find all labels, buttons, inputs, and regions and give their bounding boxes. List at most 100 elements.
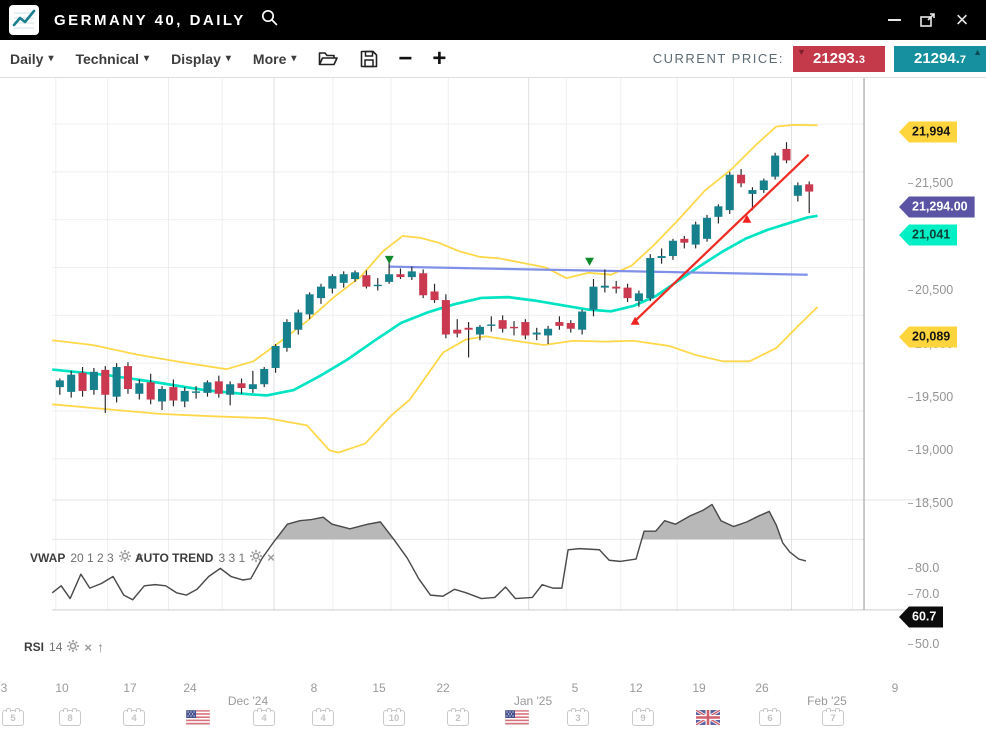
calendar-event-icon[interactable]: 10 xyxy=(383,710,405,726)
calendar-event-icon[interactable]: 9 xyxy=(632,710,654,726)
calendar-event-icon[interactable]: 4 xyxy=(123,710,145,726)
title-bar: GERMANY 40, DAILY × xyxy=(0,0,986,40)
lower-band-line xyxy=(52,307,817,453)
candle-body xyxy=(192,391,200,392)
upper-band-line xyxy=(52,125,817,369)
sell-price-button[interactable]: ▼21293.3 xyxy=(793,46,885,72)
candle-body xyxy=(124,366,132,389)
chart-title: GERMANY 40, DAILY xyxy=(54,12,246,29)
candle-body xyxy=(419,273,427,295)
calendar-event-icon[interactable]: 2 xyxy=(447,710,469,726)
y-axis-label: 20,500 xyxy=(915,283,953,297)
candle-body xyxy=(215,381,223,393)
last-price-badge: 21,294.00 xyxy=(899,197,975,218)
candle-body xyxy=(805,184,813,191)
popout-icon xyxy=(919,11,937,29)
candle-body xyxy=(226,384,234,395)
candle-body xyxy=(589,287,597,310)
us-flag-icon[interactable] xyxy=(186,710,210,730)
candle-body xyxy=(340,274,348,283)
candle-body xyxy=(703,218,711,239)
popout-button[interactable] xyxy=(916,8,940,32)
candle-body xyxy=(203,382,211,393)
x-axis-label: 22 xyxy=(436,681,449,695)
minimize-icon xyxy=(888,19,901,21)
rsi-overbought-fill xyxy=(642,504,782,539)
candle-body xyxy=(317,287,325,298)
close-icon[interactable]: × xyxy=(267,550,275,565)
candle-body xyxy=(692,224,700,244)
candle-body xyxy=(555,322,563,326)
swing-high-marker xyxy=(385,256,394,264)
candle-body xyxy=(158,389,166,401)
close-icon[interactable]: × xyxy=(84,640,92,655)
candle-body xyxy=(714,206,722,217)
candle-body xyxy=(408,271,416,277)
candle-body xyxy=(794,185,802,196)
more-menu[interactable]: More▾ xyxy=(253,51,296,67)
zoom-in-button[interactable]: + xyxy=(432,49,446,69)
candle-body xyxy=(737,175,745,184)
candle-body xyxy=(169,387,177,400)
candle-body xyxy=(521,322,529,335)
candle-body xyxy=(283,322,291,348)
candle-body xyxy=(237,383,245,388)
x-axis-label: 8 xyxy=(311,681,318,695)
gear-icon[interactable] xyxy=(250,550,262,565)
calendar-event-icon[interactable]: 7 xyxy=(822,710,844,726)
save-icon[interactable] xyxy=(360,50,378,68)
calendar-event-icon[interactable]: 4 xyxy=(312,710,334,726)
candle-body xyxy=(510,327,518,328)
app-logo-icon xyxy=(9,5,39,35)
candle-body xyxy=(306,294,314,314)
candle-body xyxy=(612,287,620,289)
zoom-out-button[interactable]: − xyxy=(398,49,412,69)
candle-body xyxy=(135,383,143,394)
candle-body xyxy=(771,156,779,177)
main-chart-svg[interactable] xyxy=(0,78,986,736)
us-flag-icon[interactable] xyxy=(505,710,529,730)
current-price-label: CURRENT PRICE: xyxy=(653,51,784,66)
swing-high-marker xyxy=(585,258,594,266)
candle-body xyxy=(453,330,461,334)
candle-body xyxy=(113,367,121,397)
x-axis-label: 3 xyxy=(1,681,8,695)
display-menu[interactable]: Display▾ xyxy=(171,51,231,67)
x-axis-label: 12 xyxy=(629,681,642,695)
search-icon[interactable] xyxy=(260,8,279,32)
x-axis-label: Feb '25 xyxy=(807,694,847,708)
candle-body xyxy=(544,329,552,336)
candle-body xyxy=(680,239,688,243)
current-price-panel: CURRENT PRICE: ▼21293.3 ▲21294.7 xyxy=(653,46,986,72)
y-axis-label: 80.0 xyxy=(915,561,939,575)
timeframe-menu[interactable]: Daily▾ xyxy=(10,51,54,67)
candle-body xyxy=(56,380,64,387)
calendar-event-icon[interactable]: 8 xyxy=(59,710,81,726)
candle-body xyxy=(669,241,677,256)
candle-body xyxy=(67,375,75,392)
candle-body xyxy=(601,286,609,288)
vwap-line xyxy=(52,216,817,396)
calendar-event-icon[interactable]: 6 xyxy=(759,710,781,726)
calendar-event-icon[interactable]: 5 xyxy=(2,710,24,726)
close-button[interactable]: × xyxy=(950,8,974,32)
candle-body xyxy=(726,175,734,210)
uk-flag-icon[interactable] xyxy=(696,710,720,730)
open-folder-icon[interactable] xyxy=(318,50,338,67)
move-pane-up-icon[interactable]: ↑ xyxy=(97,639,104,655)
calendar-event-icon[interactable]: 4 xyxy=(253,710,275,726)
candle-body xyxy=(533,333,541,335)
gear-icon[interactable] xyxy=(67,640,79,655)
buy-price-button[interactable]: ▲21294.7 xyxy=(894,46,986,72)
chevron-down-icon: ▾ xyxy=(226,53,231,64)
gear-icon[interactable] xyxy=(119,550,131,565)
chevron-down-icon: ▾ xyxy=(48,53,53,64)
candle-body xyxy=(351,272,359,279)
candle-body xyxy=(294,312,302,329)
candle-body xyxy=(646,258,654,298)
rsi-indicator-label: RSI 14 × ↑ xyxy=(24,639,104,655)
calendar-event-icon[interactable]: 3 xyxy=(567,710,589,726)
chevron-down-icon: ▾ xyxy=(291,53,296,64)
technical-menu[interactable]: Technical▾ xyxy=(76,51,150,67)
minimize-button[interactable] xyxy=(882,8,906,32)
